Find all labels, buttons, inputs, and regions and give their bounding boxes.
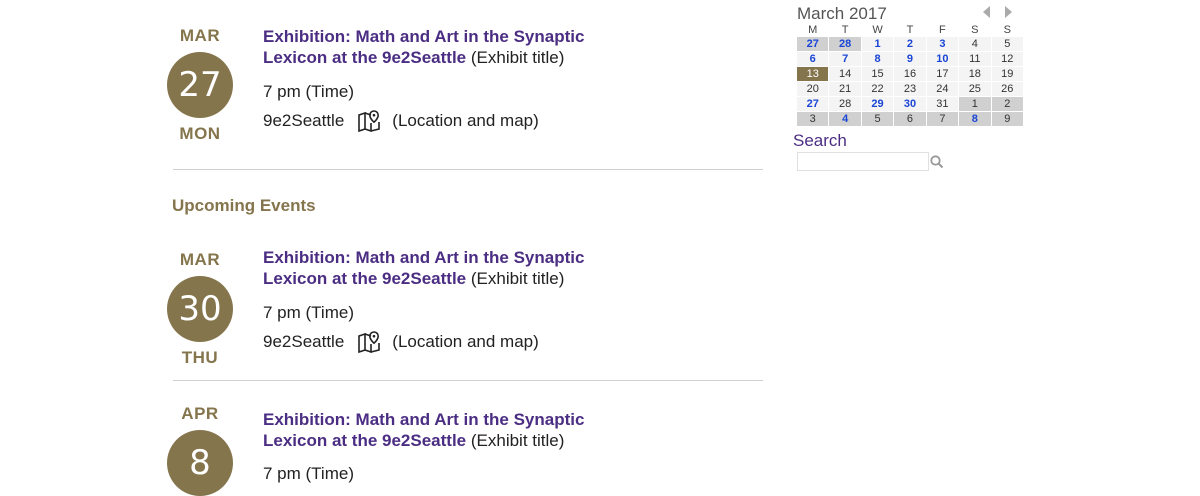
event-title-suffix: (Exhibit title) — [466, 269, 565, 288]
calendar-day[interactable]: 27 — [797, 37, 829, 51]
calendar-day: 5 — [861, 112, 894, 126]
map-pin-icon[interactable] — [358, 110, 381, 132]
upcoming-events-heading: Upcoming Events — [172, 196, 316, 215]
calendar-day: 9 — [991, 112, 1023, 126]
event-day: 8 — [167, 430, 233, 496]
calendar-weekday: M — [808, 23, 818, 36]
calendar-day: 28 — [829, 97, 861, 111]
event-date: MAR 27 MON — [160, 26, 240, 144]
event-date: APR 8 — [160, 404, 240, 496]
calendar-weekday: F — [939, 23, 946, 36]
event-time: 7 pm (Time) — [263, 464, 354, 483]
calendar-weekday-row: MTWTFSS — [797, 23, 1023, 36]
event-weekday: MON — [179, 124, 221, 143]
event-weekday: THU — [181, 348, 219, 367]
calendar-day: 19 — [991, 67, 1023, 81]
event-location: 9e2Seattle (Location and map) — [263, 331, 539, 353]
event-time: 7 pm (Time) — [263, 82, 354, 101]
calendar-day[interactable]: 8 — [959, 112, 991, 126]
calendar-day[interactable]: 7 — [829, 52, 861, 66]
calendar-day[interactable]: 1 — [861, 37, 894, 51]
calendar-day: 4 — [959, 37, 991, 51]
calendar-week-row: 27 28 29 30 31 1 2 — [797, 97, 1023, 111]
calendar-day: 5 — [991, 37, 1023, 51]
calendar-week-row: 3456789 — [797, 112, 1023, 126]
event-day: 30 — [167, 276, 233, 342]
calendar-day: 12 — [991, 52, 1023, 66]
calendar-day: 26 — [991, 82, 1023, 96]
divider — [173, 169, 763, 170]
chevron-right-icon[interactable] — [1005, 6, 1012, 18]
calendar-day: 11 — [959, 52, 991, 66]
calendar-day: 7 — [926, 112, 959, 126]
event-month: MAR — [179, 26, 221, 45]
event-title: Exhibition: Math and Art in the Synaptic… — [263, 26, 623, 68]
mini-calendar: March 2017 MTWTFSS 27 28 1 2 3 4 5 6 7 8 9 10 11 12 13… — [795, 4, 1023, 127]
event-location-name: 9e2Seattle — [263, 111, 345, 130]
event-location: 9e2Seattle (Location and map) — [263, 110, 539, 132]
calendar-day[interactable]: 2 — [894, 37, 926, 51]
map-pin-icon[interactable] — [358, 331, 381, 353]
calendar-day[interactable]: 28 — [829, 37, 861, 51]
calendar-day-today: 13 — [797, 67, 829, 81]
event-month: APR — [181, 404, 219, 423]
calendar-day: 3 — [797, 112, 829, 126]
calendar-day: 15 — [861, 67, 894, 81]
event-title-suffix: (Exhibit title) — [466, 431, 565, 450]
calendar-day[interactable]: 27 — [797, 97, 829, 111]
event-title-suffix: (Exhibit title) — [466, 48, 565, 67]
calendar-weekday: S — [971, 23, 979, 36]
event-time: 7 pm (Time) — [263, 303, 354, 322]
calendar-day: 1 — [959, 97, 991, 111]
search-icon[interactable] — [929, 154, 945, 170]
calendar-day: 25 — [959, 82, 991, 96]
calendar-day: 24 — [926, 82, 959, 96]
calendar-month-title: March 2017 — [797, 4, 887, 23]
event-title: Exhibition: Math and Art in the Synaptic… — [263, 247, 623, 289]
calendar-day[interactable]: 6 — [797, 52, 829, 66]
search-input[interactable] — [797, 152, 929, 171]
calendar-day: 31 — [926, 97, 959, 111]
calendar-day: 21 — [829, 82, 861, 96]
calendar-weekday: T — [906, 23, 914, 36]
event-month: MAR — [179, 250, 221, 269]
calendar-day: 17 — [926, 67, 959, 81]
chevron-left-icon[interactable] — [983, 6, 990, 18]
calendar-day[interactable]: 30 — [894, 97, 926, 111]
calendar-day: 6 — [894, 112, 926, 126]
calendar-week-row: 6 7 8 9 10 11 12 — [797, 52, 1023, 66]
divider — [173, 380, 763, 381]
calendar-day[interactable]: 3 — [926, 37, 959, 51]
event-title: Exhibition: Math and Art in the Synaptic… — [263, 409, 623, 451]
calendar-day: 18 — [959, 67, 991, 81]
calendar-week-row: 13 14 15 16 17 18 19 — [797, 67, 1023, 81]
event-location-link[interactable]: (Location and map) — [392, 111, 538, 131]
calendar-weekday: S — [1003, 23, 1011, 36]
calendar-day: 22 — [861, 82, 894, 96]
calendar-day: 23 — [894, 82, 926, 96]
calendar-day: 20 — [797, 82, 829, 96]
event-date: MAR 30 THU — [160, 250, 240, 368]
calendar-week-row: 20 21 22 23 24 25 26 — [797, 82, 1023, 96]
calendar-day[interactable]: 4 — [829, 112, 861, 126]
calendar-day[interactable]: 10 — [926, 52, 959, 66]
calendar-day: 14 — [829, 67, 861, 81]
calendar-weekday: T — [841, 23, 849, 36]
calendar-grid: MTWTFSS 27 28 1 2 3 4 5 6 7 8 9 10 11 12 13 14 15 16 17 18 1… — [796, 22, 1024, 127]
calendar-day[interactable]: 29 — [861, 97, 894, 111]
event-location-link[interactable]: (Location and map) — [392, 332, 538, 352]
event-location-name: 9e2Seattle — [263, 332, 345, 351]
calendar-day[interactable]: 9 — [894, 52, 926, 66]
calendar-day: 16 — [894, 67, 926, 81]
calendar-header: March 2017 — [795, 4, 1023, 23]
calendar-weekday: W — [872, 23, 883, 36]
calendar-week-row: 27 28 1 2 3 4 5 — [797, 37, 1023, 51]
calendar-day: 2 — [991, 97, 1023, 111]
calendar-day[interactable]: 8 — [861, 52, 894, 66]
search-label: Search — [793, 131, 847, 150]
event-day: 27 — [167, 52, 233, 118]
